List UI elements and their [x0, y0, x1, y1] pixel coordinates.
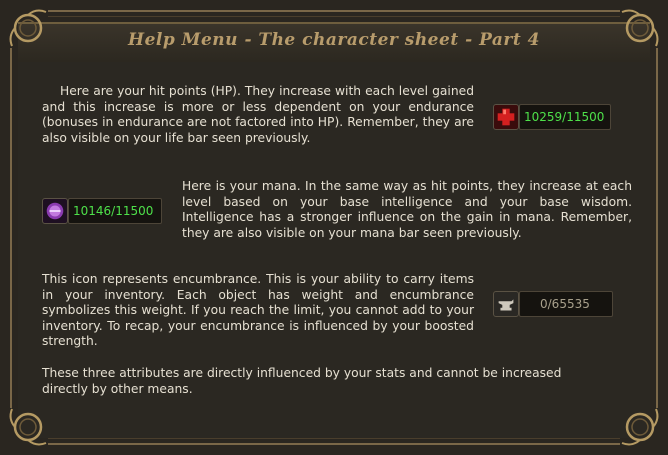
encumbrance-stat-box: 0/65535 [519, 291, 613, 317]
corner-ornament-top-right-icon [618, 6, 662, 50]
corner-ornament-bottom-right-icon [618, 405, 662, 449]
encumbrance-description: This icon represents encumbrance. This i… [42, 272, 474, 348]
mana-stat-box: 10146/11500 [68, 198, 162, 224]
footer-note: These three attributes are directly infl… [42, 366, 562, 396]
corner-ornament-top-left-icon [6, 6, 50, 50]
mana-description: Here is your mana. In the same way as hi… [182, 179, 632, 240]
corner-ornament-bottom-left-icon [6, 405, 50, 449]
frame-border-bottom [48, 438, 620, 445]
hp-stat-box: 10259/11500 [519, 104, 611, 130]
purple-orb-icon [42, 198, 68, 224]
window-title: Help Menu - The character sheet - Part 4 [128, 30, 540, 50]
anvil-icon [493, 291, 519, 317]
hp-description: Here are your hit points (HP). They incr… [42, 84, 474, 145]
encumbrance-value: 0/65535 [540, 297, 590, 311]
hp-value: 10259/11500 [524, 110, 605, 124]
mana-value: 10146/11500 [73, 204, 154, 218]
frame-border-right [649, 48, 658, 408]
frame-border-top [48, 10, 620, 17]
red-cross-icon [493, 104, 519, 130]
help-window: Help Menu - The character sheet - Part 4… [0, 0, 668, 455]
